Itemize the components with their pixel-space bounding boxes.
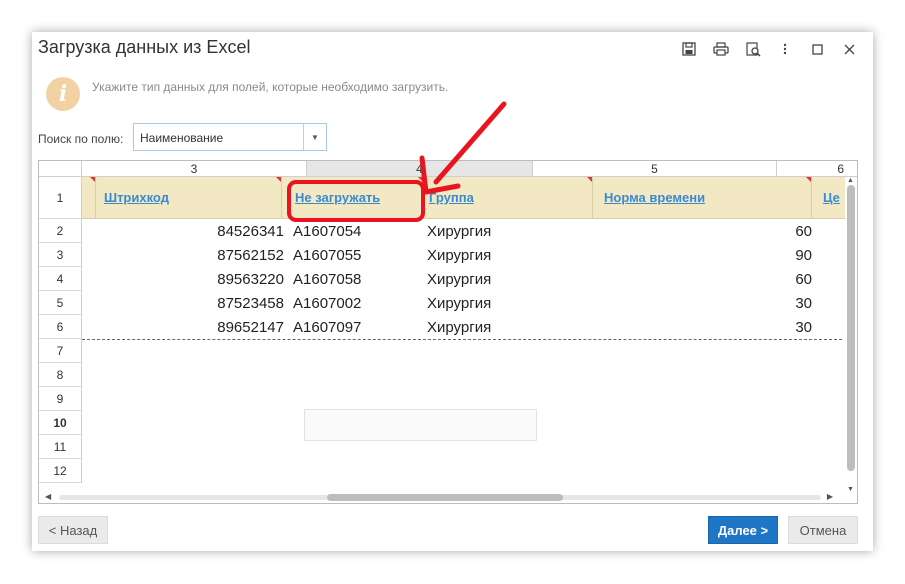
- save-icon[interactable]: [673, 40, 705, 58]
- empty-panel: [304, 409, 537, 441]
- table-cell[interactable]: 87523458: [139, 295, 284, 312]
- row-number[interactable]: 4: [39, 267, 82, 291]
- row-number[interactable]: 5: [39, 291, 82, 315]
- table-cell[interactable]: 87562152: [139, 247, 284, 264]
- table-cell[interactable]: Хирургия: [427, 319, 491, 336]
- spreadsheet-grid[interactable]: 3 4 5 6 1 2 3 4 5 6 7 8 9 10 11 12 Штрих…: [38, 160, 858, 504]
- column-divider: [281, 177, 282, 218]
- table-cell[interactable]: 60: [739, 223, 812, 240]
- table-cell[interactable]: Хирургия: [427, 223, 491, 240]
- dialog-window: Загрузка данных из Excel i Укажите тип д…: [32, 32, 873, 551]
- dialog-title: Загрузка данных из Excel: [38, 37, 251, 57]
- scroll-left-icon[interactable]: ◀: [45, 492, 51, 501]
- highlight-frame: [287, 180, 425, 222]
- column-number[interactable]: 3: [82, 161, 307, 177]
- column-type-price[interactable]: Це: [823, 177, 847, 218]
- row-number[interactable]: 9: [39, 387, 82, 411]
- table-cell[interactable]: 89563220: [139, 271, 284, 288]
- table-cell[interactable]: A1607055: [293, 247, 361, 264]
- search-field-select[interactable]: Наименование ▼: [133, 123, 327, 151]
- table-cell[interactable]: 30: [739, 319, 812, 336]
- row-number[interactable]: 8: [39, 363, 82, 387]
- close-icon[interactable]: [833, 40, 865, 58]
- table-cell[interactable]: 60: [739, 271, 812, 288]
- row-number[interactable]: 11: [39, 435, 82, 459]
- table-cell[interactable]: A1607097: [293, 319, 361, 336]
- table-cell[interactable]: A1607002: [293, 295, 361, 312]
- more-icon[interactable]: [769, 40, 801, 58]
- horizontal-scroll-thumb[interactable]: [327, 494, 563, 501]
- table-cell[interactable]: Хирургия: [427, 271, 491, 288]
- cancel-button[interactable]: Отмена: [788, 516, 858, 544]
- column-number[interactable]: 6: [777, 161, 857, 177]
- preview-icon[interactable]: [737, 40, 769, 58]
- row-number[interactable]: 2: [39, 219, 82, 243]
- row-number[interactable]: 10: [39, 411, 82, 435]
- info-icon: i: [46, 77, 80, 111]
- next-button[interactable]: Далее >: [708, 516, 778, 544]
- back-button[interactable]: < Назад: [38, 516, 108, 544]
- title-toolbar: [673, 40, 865, 58]
- search-field-value: Наименование: [140, 131, 224, 145]
- column-divider: [811, 177, 812, 218]
- column-number[interactable]: 5: [533, 161, 777, 177]
- corner-cell: [39, 161, 82, 177]
- table-cell[interactable]: 89652147: [139, 319, 284, 336]
- scroll-down-icon[interactable]: ▼: [847, 486, 854, 493]
- column-type-barcode[interactable]: Штрихкод: [104, 177, 169, 218]
- row-number[interactable]: 7: [39, 339, 82, 363]
- vertical-scrollbar[interactable]: ▲ ▼: [845, 177, 857, 493]
- column-divider: [95, 177, 96, 218]
- annotation-arrow-icon: [419, 101, 507, 195]
- table-cell[interactable]: 30: [739, 295, 812, 312]
- table-cell[interactable]: A1607058: [293, 271, 361, 288]
- table-cell[interactable]: A1607054: [293, 223, 361, 240]
- horizontal-scrollbar[interactable]: ◀ ▶: [39, 491, 847, 503]
- row-number[interactable]: 12: [39, 459, 82, 483]
- row-number[interactable]: 6: [39, 315, 82, 339]
- scroll-up-icon[interactable]: ▲: [847, 177, 854, 184]
- search-label: Поиск по полю:: [38, 132, 124, 146]
- table-cell[interactable]: Хирургия: [427, 295, 491, 312]
- maximize-icon[interactable]: [801, 40, 833, 58]
- column-divider: [592, 177, 593, 218]
- chevron-down-icon[interactable]: ▼: [303, 124, 326, 150]
- table-cell[interactable]: 90: [739, 247, 812, 264]
- scroll-right-icon[interactable]: ▶: [827, 492, 833, 501]
- table-cell[interactable]: 84526341: [139, 223, 284, 240]
- row-number[interactable]: 3: [39, 243, 82, 267]
- row-number[interactable]: 1: [39, 177, 82, 219]
- info-message: Укажите тип данных для полей, которые не…: [92, 80, 449, 94]
- table-cell[interactable]: Хирургия: [427, 247, 491, 264]
- column-type-time-norm[interactable]: Норма времени: [604, 177, 705, 218]
- vertical-scroll-thumb[interactable]: [847, 185, 855, 471]
- data-end-divider: [82, 339, 842, 340]
- print-icon[interactable]: [705, 40, 737, 58]
